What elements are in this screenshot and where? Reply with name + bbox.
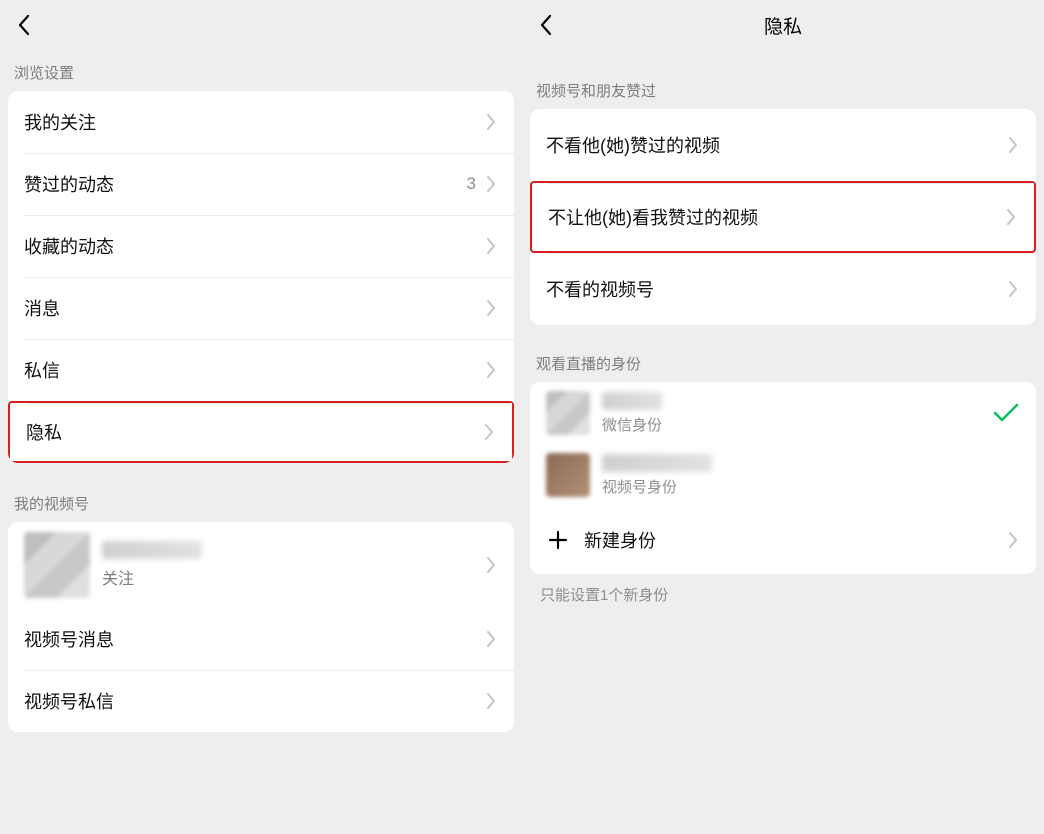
check-icon [992,399,1020,427]
row-label: 视频号私信 [24,688,484,714]
row-channel-messages[interactable]: 视频号消息 [8,608,514,670]
identity-wechat[interactable]: 微信身份 [530,382,1036,444]
header-left [0,0,522,50]
identity-card: 微信身份 视频号身份 新建身份 [530,382,1036,574]
identity-info: 视频号身份 [602,454,1020,497]
footer-note: 只能设置1个新身份 [522,574,1044,615]
plus-icon [546,528,570,552]
privacy-screen: 隐私 视频号和朋友赞过 不看他(她)赞过的视频 不让他(她)看我赞过的视频 不看… [522,0,1044,834]
avatar [546,453,590,497]
chevron-right-icon [484,553,498,577]
video-likes-card: 不看他(她)赞过的视频 不让他(她)看我赞过的视频 不看的视频号 [530,109,1036,325]
chevron-right-icon [482,420,496,444]
chevron-right-icon [484,358,498,382]
row-label: 收藏的动态 [24,233,484,259]
header-right: 隐私 [522,0,1044,50]
profile-texts: 关注 [102,541,484,589]
row-label: 不看的视频号 [546,276,1006,302]
row-label: 视频号消息 [24,626,484,652]
row-value: 3 [467,174,476,194]
back-icon[interactable] [536,15,556,35]
back-icon[interactable] [14,15,34,35]
row-label: 赞过的动态 [24,171,467,197]
browse-settings-card: 我的关注 赞过的动态 3 收藏的动态 消息 私信 隐私 [8,91,514,463]
settings-screen: 浏览设置 我的关注 赞过的动态 3 收藏的动态 消息 私信 隐私 我的视频号 [0,0,522,834]
identity-sub: 微信身份 [602,414,992,435]
chevron-right-icon [484,296,498,320]
row-not-let-see-my-likes[interactable]: 不让他(她)看我赞过的视频 [530,181,1036,253]
section-video-likes: 视频号和朋友赞过 [522,50,1044,109]
row-liked-feed[interactable]: 赞过的动态 3 [8,153,514,215]
chevron-right-icon [484,627,498,651]
identity-info: 微信身份 [602,392,992,435]
row-blocked-channels[interactable]: 不看的视频号 [530,253,1036,325]
row-channel-dm[interactable]: 视频号私信 [8,670,514,732]
blurred-name [602,454,712,472]
chevron-right-icon [484,234,498,258]
chevron-right-icon [484,110,498,134]
section-live-identity: 观看直播的身份 [522,341,1044,382]
row-new-identity[interactable]: 新建身份 [530,506,1036,574]
blurred-name [602,392,662,410]
chevron-right-icon [1006,133,1020,157]
row-label: 私信 [24,357,484,383]
identity-sub: 视频号身份 [602,476,1020,497]
row-messages[interactable]: 消息 [8,277,514,339]
avatar [24,532,90,598]
row-direct-messages[interactable]: 私信 [8,339,514,401]
row-label: 新建身份 [584,527,1006,553]
row-favorites[interactable]: 收藏的动态 [8,215,514,277]
row-label: 不看他(她)赞过的视频 [546,132,1006,158]
page-title: 隐私 [522,12,1044,39]
row-label: 我的关注 [24,109,484,135]
chevron-right-icon [1004,205,1018,229]
identity-channel[interactable]: 视频号身份 [530,444,1036,506]
row-label: 不让他(她)看我赞过的视频 [548,204,1004,230]
avatar [546,391,590,435]
row-channel-profile[interactable]: 关注 [8,522,514,608]
chevron-right-icon [484,689,498,713]
profile-sub: 关注 [102,565,484,589]
row-privacy[interactable]: 隐私 [8,401,514,463]
row-label: 消息 [24,295,484,321]
chevron-right-icon [1006,528,1020,552]
section-my-channel: 我的视频号 [0,481,522,522]
row-label: 隐私 [26,419,482,445]
my-channel-card: 关注 视频号消息 视频号私信 [8,522,514,732]
row-not-see-their-likes[interactable]: 不看他(她)赞过的视频 [530,109,1036,181]
section-browse-settings: 浏览设置 [0,50,522,91]
row-my-follow[interactable]: 我的关注 [8,91,514,153]
blurred-name [102,541,202,559]
chevron-right-icon [1006,277,1020,301]
chevron-right-icon [484,172,498,196]
